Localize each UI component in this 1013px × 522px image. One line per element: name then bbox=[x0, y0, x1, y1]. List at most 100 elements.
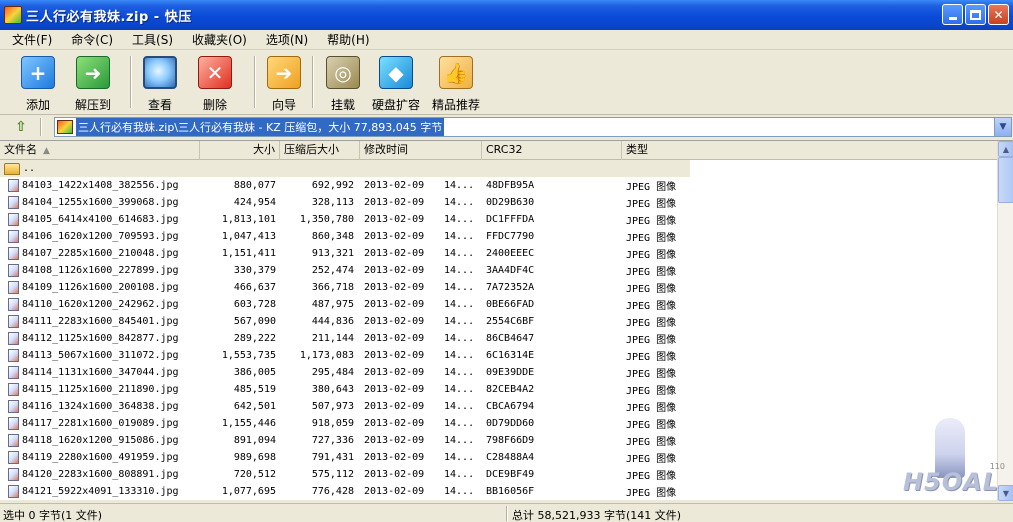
file-name-text: 84117_2281x1600_019089.jpg bbox=[22, 418, 179, 429]
file-row[interactable]: 84119_2280x1600_491959.jpg 989,698 791,431… bbox=[0, 449, 997, 466]
scroll-thumb[interactable] bbox=[998, 157, 1013, 203]
file-row[interactable]: 84107_2285x1600_210048.jpg 1,151,411 913,3… bbox=[0, 245, 997, 262]
column-name-label: 文件名 bbox=[4, 143, 37, 156]
premium-label: 精品推荐 bbox=[431, 98, 480, 112]
menu-file[interactable]: 文件(F) bbox=[12, 31, 52, 48]
file-name-cell: 84111_2283x1600_845401.jpg bbox=[0, 315, 200, 328]
mount-button[interactable]: ◎ 挂载 bbox=[320, 51, 366, 113]
file-packed-cell: 507,973 bbox=[311, 401, 354, 412]
close-button[interactable]: ✕ bbox=[988, 4, 1009, 25]
file-size-cell: 1,553,735 bbox=[221, 350, 276, 361]
parent-folder-row[interactable]: .. bbox=[0, 160, 690, 177]
file-size-cell: 1,047,413 bbox=[221, 231, 276, 242]
column-header-modified[interactable]: 修改时间 bbox=[360, 141, 482, 160]
column-header-type[interactable]: 类型 bbox=[622, 141, 997, 160]
file-packed-cell: 918,059 bbox=[311, 418, 354, 429]
folder-icon bbox=[4, 162, 20, 175]
file-packed-cell: 727,336 bbox=[311, 435, 354, 446]
column-header-packed[interactable]: 压缩后大小 bbox=[280, 141, 360, 160]
file-row[interactable]: 84120_2283x1600_808891.jpg 720,512 575,112… bbox=[0, 466, 997, 483]
file-row[interactable]: 84108_1126x1600_227899.jpg 330,379 252,474… bbox=[0, 262, 997, 279]
file-name-cell: 84104_1255x1600_399068.jpg bbox=[0, 196, 200, 209]
path-text[interactable]: 三人行必有我妹.zip\三人行必有我妹 - KZ 压缩包，大小 77,893,0… bbox=[76, 118, 445, 136]
address-separator bbox=[40, 118, 42, 136]
file-type-cell: JPEG 图像 bbox=[626, 267, 677, 278]
file-row[interactable]: 84121_5922x4091_133310.jpg 1,077,695 776,4… bbox=[0, 483, 997, 500]
menu-options[interactable]: 选项(N) bbox=[266, 31, 308, 48]
file-row[interactable]: 84112_1125x1600_842877.jpg 289,222 211,144… bbox=[0, 330, 997, 347]
menu-help[interactable]: 帮助(H) bbox=[327, 31, 369, 48]
watermark-brand: H5OAL bbox=[902, 468, 999, 496]
file-row[interactable]: 84113_5067x1600_311072.jpg 1,553,735 1,173… bbox=[0, 347, 997, 364]
menu-command[interactable]: 命令(C) bbox=[71, 31, 113, 48]
jpeg-file-icon bbox=[8, 264, 19, 277]
file-row[interactable]: 84106_1620x1200_709593.jpg 1,047,413 860,3… bbox=[0, 228, 997, 245]
extract-button[interactable]: ➜ 解压到 bbox=[62, 51, 124, 113]
file-row[interactable]: 84104_1255x1600_399068.jpg 424,954 328,113… bbox=[0, 194, 997, 211]
premium-button[interactable]: 👍 精品推荐 bbox=[426, 51, 486, 113]
menu-favorites[interactable]: 收藏夹(O) bbox=[192, 31, 247, 48]
column-header-crc[interactable]: CRC32 bbox=[482, 141, 622, 160]
file-crc-cell: 3AA4DF4C bbox=[486, 265, 535, 276]
column-header-name[interactable]: 文件名 ▲ bbox=[0, 141, 200, 160]
file-row[interactable]: 84105_6414x4100_614683.jpg 1,813,101 1,350… bbox=[0, 211, 997, 228]
file-row[interactable]: 84118_1620x1200_915086.jpg 891,094 727,336… bbox=[0, 432, 997, 449]
view-button[interactable]: 查看 bbox=[138, 51, 182, 113]
file-date-cell: 2013-02-09 bbox=[364, 197, 425, 208]
file-row[interactable]: 84111_2283x1600_845401.jpg 567,090 444,836… bbox=[0, 313, 997, 330]
file-type-cell: JPEG 图像 bbox=[626, 335, 677, 346]
file-name-cell: 84116_1324x1600_364838.jpg bbox=[0, 400, 200, 413]
path-combobox[interactable]: 三人行必有我妹.zip\三人行必有我妹 - KZ 压缩包，大小 77,893,0… bbox=[54, 117, 1012, 137]
column-header-size[interactable]: 大小 bbox=[200, 141, 280, 160]
scroll-up-icon: ▲ bbox=[1002, 144, 1010, 154]
file-type-cell: JPEG 图像 bbox=[626, 199, 677, 210]
file-crc-cell: DC1FFFDA bbox=[486, 214, 535, 225]
file-row[interactable]: 84109_1126x1600_200108.jpg 466,637 366,718… bbox=[0, 279, 997, 296]
wizard-button[interactable]: ➔ 向导 bbox=[262, 51, 306, 113]
file-size-cell: 386,005 bbox=[233, 367, 276, 378]
jpeg-file-icon bbox=[8, 485, 19, 498]
file-list: 文件名 ▲ 大小 压缩后大小 修改时间 CRC32 类型 .. 84103_142… bbox=[0, 140, 1013, 501]
file-name-text: 84109_1126x1600_200108.jpg bbox=[22, 282, 179, 293]
status-total: 总计 58,521,933 字节(141 文件) bbox=[512, 509, 682, 522]
file-time-cell: 14... bbox=[444, 299, 475, 310]
file-date-cell: 2013-02-09 bbox=[364, 435, 425, 446]
maximize-button[interactable] bbox=[965, 4, 986, 25]
watermark-logo: 110 H5OAL bbox=[887, 418, 1005, 496]
file-date-cell: 2013-02-09 bbox=[364, 333, 425, 344]
file-packed-cell: 1,173,083 bbox=[299, 350, 354, 361]
window-controls: ✕ bbox=[942, 4, 1009, 25]
file-type-cell: JPEG 图像 bbox=[626, 369, 677, 380]
status-selection: 选中 0 字节(1 文件) bbox=[3, 509, 103, 522]
minimize-button[interactable] bbox=[942, 4, 963, 25]
delete-button[interactable]: ✕ 删除 bbox=[182, 51, 248, 113]
file-row[interactable]: 84110_1620x1200_242962.jpg 603,728 487,975… bbox=[0, 296, 997, 313]
file-row[interactable]: 84115_1125x1600_211890.jpg 485,519 380,643… bbox=[0, 381, 997, 398]
title-bar[interactable]: 三人行必有我妹.zip - 快压 ✕ bbox=[0, 0, 1013, 30]
path-dropdown-button[interactable]: ▼ bbox=[994, 118, 1011, 136]
up-folder-button[interactable]: ⇧ bbox=[10, 117, 32, 137]
delete-label: 删除 bbox=[202, 98, 227, 112]
file-row[interactable]: 84117_2281x1600_019089.jpg 1,155,446 918,0… bbox=[0, 415, 997, 432]
disk-expand-button[interactable]: ◆ 硬盘扩容 bbox=[366, 51, 426, 113]
menu-tools[interactable]: 工具(S) bbox=[132, 31, 173, 48]
scroll-up-button[interactable]: ▲ bbox=[998, 141, 1013, 157]
file-size-cell: 1,813,101 bbox=[221, 214, 276, 225]
mount-disc-icon: ◎ bbox=[326, 56, 360, 89]
file-name-text: 84108_1126x1600_227899.jpg bbox=[22, 265, 179, 276]
add-button[interactable]: + 添加 bbox=[14, 51, 62, 113]
file-size-cell: 485,519 bbox=[233, 384, 276, 395]
file-row[interactable]: 84116_1324x1600_364838.jpg 642,501 507,973… bbox=[0, 398, 997, 415]
file-row[interactable]: 84114_1131x1600_347044.jpg 386,005 295,484… bbox=[0, 364, 997, 381]
file-name-text: 84110_1620x1200_242962.jpg bbox=[22, 299, 179, 310]
file-packed-cell: 295,484 bbox=[311, 367, 354, 378]
file-row[interactable]: 84103_1422x1408_382556.jpg 880,077 692,992… bbox=[0, 177, 997, 194]
magnifier-icon bbox=[143, 56, 177, 89]
app-icon[interactable] bbox=[4, 6, 22, 24]
close-icon: ✕ bbox=[993, 7, 1004, 22]
jpeg-file-icon bbox=[8, 230, 19, 243]
disk-expand-icon: ◆ bbox=[379, 56, 413, 89]
file-name-cell: 84120_2283x1600_808891.jpg bbox=[0, 468, 200, 481]
file-packed-cell: 252,474 bbox=[311, 265, 354, 276]
column-crc-label: CRC32 bbox=[486, 143, 523, 156]
